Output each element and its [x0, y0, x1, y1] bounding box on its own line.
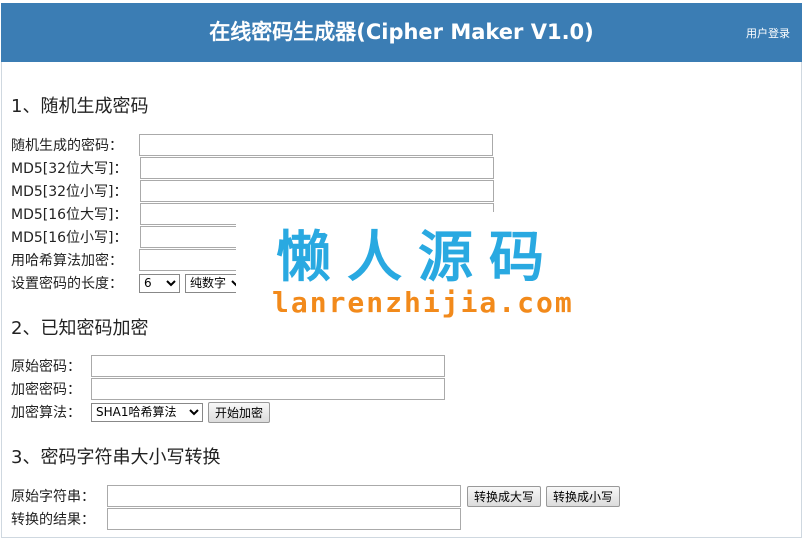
user-login-link[interactable]: 用户登录: [746, 25, 790, 41]
hash-encrypt-label: 用哈希算法加密：: [11, 253, 123, 269]
encrypted-password-row: 加密密码：: [11, 378, 445, 400]
original-password-label: 原始密码：: [11, 359, 81, 375]
watermark-cn-text: 懒人源码: [276, 225, 561, 289]
original-password-field[interactable]: [91, 355, 445, 377]
encrypt-algo-select[interactable]: SHA1哈希算法: [91, 402, 203, 422]
section1-heading: 1、随机生成密码: [11, 96, 149, 117]
section2-heading: 2、已知密码加密: [11, 318, 149, 339]
encrypted-password-field[interactable]: [91, 378, 445, 400]
random-password-field[interactable]: [139, 134, 493, 156]
source-string-label: 原始字符串：: [11, 489, 95, 505]
password-length-row: 设置密码的长度： 6 纯数字: [11, 272, 245, 294]
md5-16-upper-label: MD5[16位大写]：: [11, 207, 128, 223]
source-string-field[interactable]: [107, 485, 461, 507]
random-password-row: 随机生成的密码：: [11, 134, 493, 156]
result-string-field[interactable]: [107, 508, 461, 530]
to-uppercase-button[interactable]: 转换成大写: [467, 485, 542, 507]
md5-32-upper-row: MD5[32位大写]：: [11, 157, 494, 179]
section3-heading: 3、密码字符串大小写转换: [11, 447, 221, 468]
source-string-row: 原始字符串： 转换成大写 转换成小写: [11, 485, 621, 507]
watermark-en-text: lanrenzhijia.com: [272, 286, 574, 319]
random-password-label: 随机生成的密码：: [11, 138, 123, 154]
watermark: 懒人源码 lanrenzhijia.com: [236, 212, 598, 330]
result-string-label: 转换的结果：: [11, 512, 95, 528]
to-lowercase-button[interactable]: 转换成小写: [546, 485, 621, 507]
encrypt-algo-label: 加密算法：: [11, 405, 81, 421]
start-encrypt-button[interactable]: 开始加密: [208, 401, 271, 423]
result-string-row: 转换的结果：: [11, 508, 461, 530]
encrypted-password-label: 加密密码：: [11, 382, 81, 398]
md5-16-lower-label: MD5[16位小写]：: [11, 230, 128, 246]
password-length-label: 设置密码的长度：: [11, 276, 123, 292]
md5-32-lower-label: MD5[32位小写]：: [11, 184, 128, 200]
header-bar: 在线密码生成器(Cipher Maker V1.0) 用户登录: [1, 3, 802, 62]
md5-32-upper-field[interactable]: [140, 157, 494, 179]
encrypt-algo-row: 加密算法： SHA1哈希算法 开始加密: [11, 401, 271, 423]
md5-32-upper-label: MD5[32位大写]：: [11, 161, 128, 177]
md5-32-lower-row: MD5[32位小写]：: [11, 180, 494, 202]
page-title: 在线密码生成器(Cipher Maker V1.0): [209, 20, 594, 44]
password-length-select[interactable]: 6: [139, 273, 180, 293]
md5-32-lower-field[interactable]: [140, 180, 494, 202]
original-password-row: 原始密码：: [11, 355, 445, 377]
